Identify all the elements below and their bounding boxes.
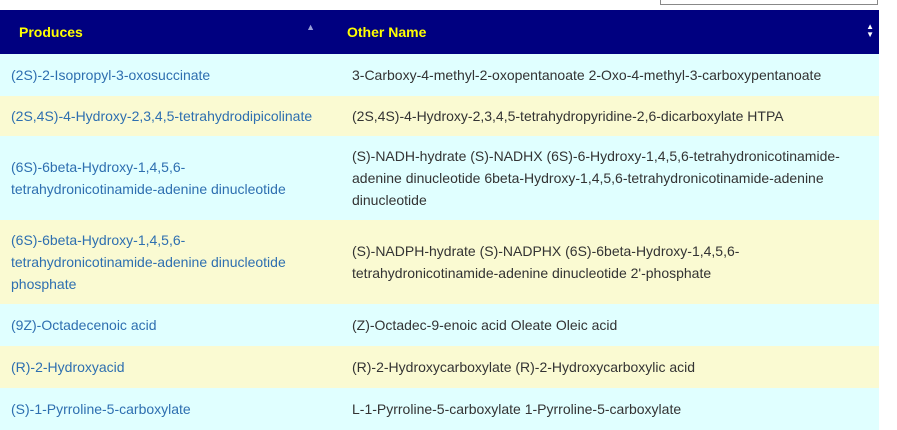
produces-link[interactable]: (2S,4S)-4-Hydroxy-2,3,4,5-tetrahydrodipi… bbox=[0, 96, 325, 136]
column-header-other-name[interactable]: Other Name ▲ ▼ bbox=[325, 10, 879, 54]
sort-ascending-icon: ▲ bbox=[306, 22, 315, 32]
table-row: (9Z)-Octadecenoic acid (Z)-Octadec-9-eno… bbox=[0, 304, 879, 346]
search-input[interactable] bbox=[660, 0, 878, 5]
produces-link[interactable]: (S)-1-Pyrroline-5-carboxylate bbox=[0, 388, 325, 430]
produces-link[interactable]: (2S)-2-Isopropyl-3-oxosuccinate bbox=[0, 54, 325, 96]
produces-link[interactable]: (6S)-6beta-Hydroxy-1,4,5,6-tetrahydronic… bbox=[0, 220, 325, 304]
other-name-cell: 3-Carboxy-4-methyl-2-oxopentanoate 2-Oxo… bbox=[352, 67, 822, 83]
data-table: Produces ▲ Other Name ▲ ▼ (2S)-2-Isopropy… bbox=[0, 10, 879, 430]
table-row: (S)-1-Pyrroline-5-carboxylate L-1-Pyrrol… bbox=[0, 388, 879, 430]
table-row: (6S)-6beta-Hydroxy-1,4,5,6-tetrahydronic… bbox=[0, 136, 879, 220]
other-name-cell: (2S,4S)-4-Hydroxy-2,3,4,5-tetrahydropyri… bbox=[352, 108, 784, 124]
produces-link[interactable]: (6S)-6beta-Hydroxy-1,4,5,6-tetrahydronic… bbox=[0, 136, 325, 220]
other-name-cell: (S)-NADH-hydrate (S)-NADHX (6S)-6-Hydrox… bbox=[352, 148, 840, 208]
produces-link[interactable]: (R)-2-Hydroxyacid bbox=[0, 346, 325, 388]
column-header-produces[interactable]: Produces ▲ bbox=[0, 10, 325, 54]
table-row: (2S,4S)-4-Hydroxy-2,3,4,5-tetrahydrodipi… bbox=[0, 96, 879, 136]
table-row: (6S)-6beta-Hydroxy-1,4,5,6-tetrahydronic… bbox=[0, 220, 879, 304]
column-header-label: Produces bbox=[19, 24, 83, 40]
other-name-cell: L-1-Pyrroline-5-carboxylate 1-Pyrroline-… bbox=[352, 401, 682, 417]
table-row: (R)-2-Hydroxyacid (R)-2-Hydroxycarboxyla… bbox=[0, 346, 879, 388]
column-header-label: Other Name bbox=[347, 24, 427, 40]
other-name-cell: (S)-NADPH-hydrate (S)-NADPHX (6S)-6beta-… bbox=[352, 243, 740, 281]
other-name-cell: (Z)-Octadec-9-enoic acid Oleate Oleic ac… bbox=[352, 317, 618, 333]
table-header-row: Produces ▲ Other Name ▲ ▼ bbox=[0, 10, 879, 54]
produces-link[interactable]: (9Z)-Octadecenoic acid bbox=[0, 304, 325, 346]
other-name-cell: (R)-2-Hydroxycarboxylate (R)-2-Hydroxyca… bbox=[352, 359, 696, 375]
table-row: (2S)-2-Isopropyl-3-oxosuccinate 3-Carbox… bbox=[0, 54, 879, 96]
sort-toggle-icon: ▲ ▼ bbox=[866, 22, 874, 39]
